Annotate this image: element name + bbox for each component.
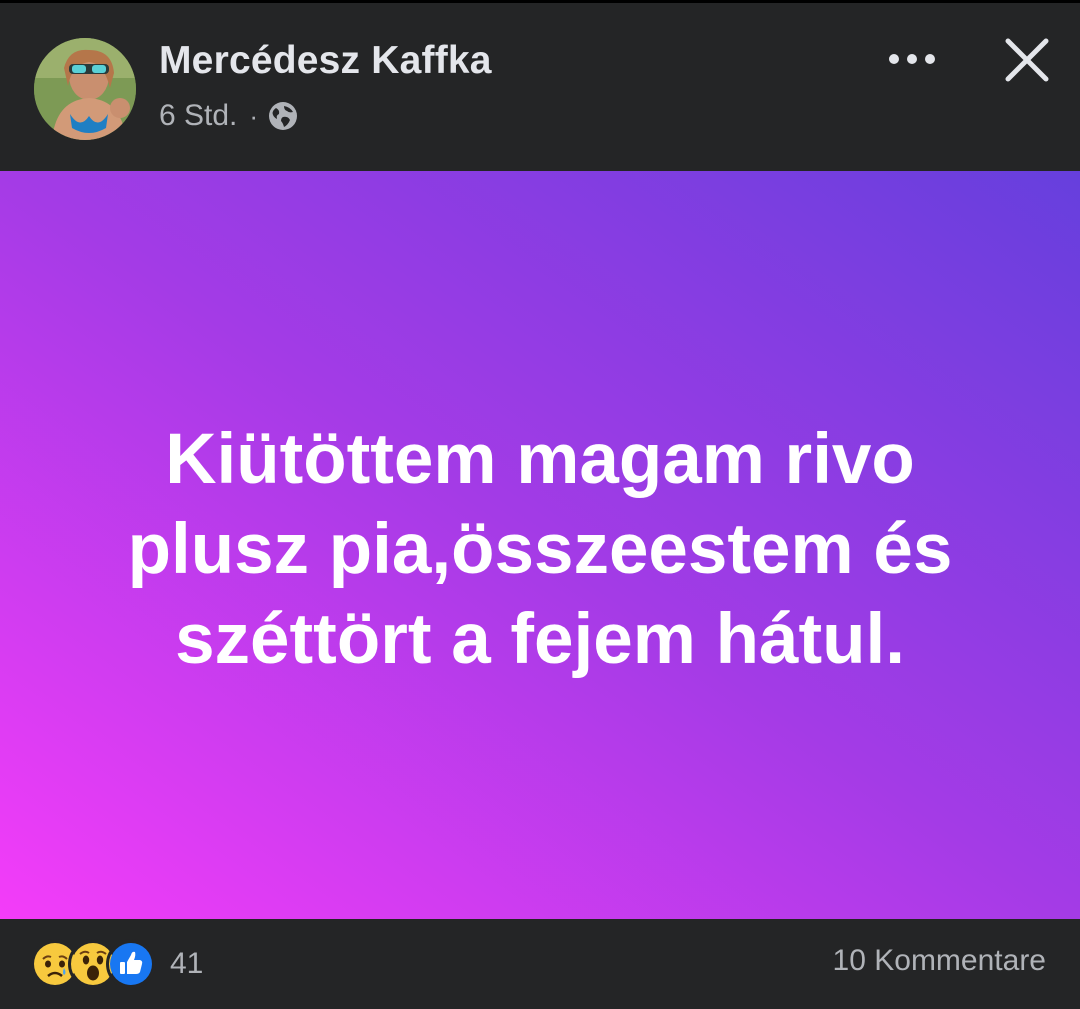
author-name[interactable]: Mercédesz Kaffka xyxy=(159,39,492,83)
post-meta: 6 Std. · xyxy=(159,96,298,136)
comments-count-link[interactable]: 10 Kommentare xyxy=(833,944,1046,978)
close-icon xyxy=(1005,38,1049,82)
reactions-summary[interactable]: 41 xyxy=(30,939,204,989)
post-text: Kiütöttem magam rivo plusz pia,összeeste… xyxy=(127,420,953,679)
globe-icon xyxy=(268,101,298,131)
like-reaction-icon xyxy=(106,939,156,989)
post-timestamp[interactable]: 6 Std. xyxy=(159,99,237,133)
avatar[interactable] xyxy=(34,38,136,140)
post-footer: 41 10 Kommentare xyxy=(0,919,1080,1009)
post-content: Kiütöttem magam rivo plusz pia,összeeste… xyxy=(0,171,1080,919)
close-button[interactable] xyxy=(996,29,1058,91)
reaction-count: 41 xyxy=(170,947,204,980)
meta-separator: · xyxy=(249,100,259,131)
post-header: Mercédesz Kaffka 6 Std. · xyxy=(0,3,1080,171)
more-options-button[interactable] xyxy=(880,33,944,85)
more-horizontal-icon xyxy=(889,54,935,64)
